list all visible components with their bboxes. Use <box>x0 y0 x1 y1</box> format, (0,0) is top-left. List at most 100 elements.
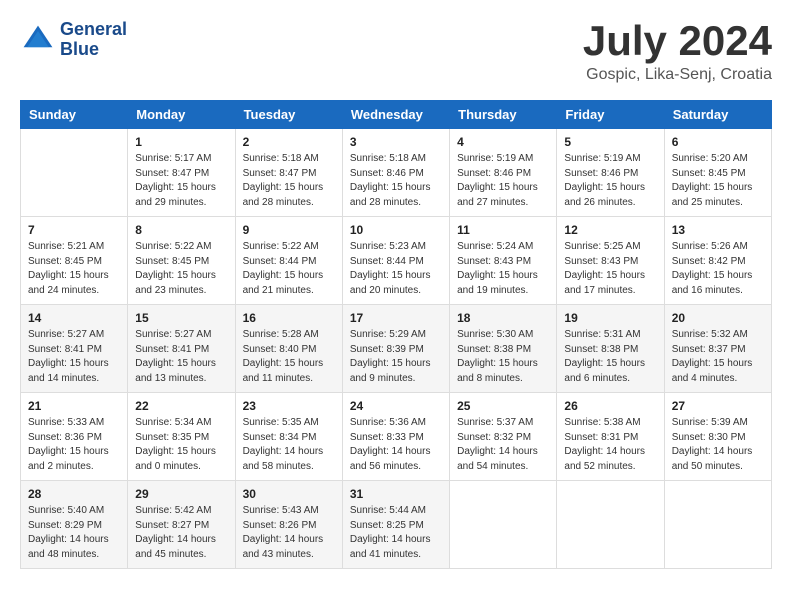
day-info: Sunrise: 5:21 AMSunset: 8:45 PMDaylight:… <box>28 240 120 298</box>
day-number: 8 <box>135 223 227 237</box>
day-info: Sunrise: 5:19 AMSunset: 8:46 PMDaylight:… <box>564 152 656 210</box>
calendar-cell: 10 Sunrise: 5:23 AMSunset: 8:44 PMDayligh… <box>342 217 449 305</box>
day-number: 15 <box>135 311 227 325</box>
calendar-cell: 31Sunrise: 5:44 AMSunset: 8:25 PMDayligh… <box>342 481 449 569</box>
calendar-cell: 1Sunrise: 5:17 AMSunset: 8:47 PMDaylight… <box>128 129 235 217</box>
weekday-header-saturday: Saturday <box>664 101 771 129</box>
calendar-cell: 19 Sunrise: 5:31 AMSunset: 8:38 PMDayligh… <box>557 305 664 393</box>
day-number: 24 <box>350 399 442 413</box>
title-area: July 2024 Gospic, Lika-Senj, Croatia <box>583 20 772 84</box>
page-header: General Blue July 2024 Gospic, Lika-Senj… <box>20 20 772 84</box>
day-info: Sunrise: 5:44 AMSunset: 8:25 PMDaylight:… <box>350 504 442 562</box>
week-row-2: 14 Sunrise: 5:27 AMSunset: 8:41 PMDayligh… <box>21 305 772 393</box>
day-number: 23 <box>243 399 335 413</box>
weekday-header-tuesday: Tuesday <box>235 101 342 129</box>
calendar-cell: 9 Sunrise: 5:22 AMSunset: 8:44 PMDaylight… <box>235 217 342 305</box>
day-info: Sunrise: 5:30 AMSunset: 8:38 PMDaylight:… <box>457 328 549 386</box>
day-number: 7 <box>28 223 120 237</box>
day-info: Sunrise: 5:37 AMSunset: 8:32 PMDaylight:… <box>457 416 549 474</box>
day-info: Sunrise: 5:25 AMSunset: 8:43 PMDaylight:… <box>564 240 656 298</box>
day-number: 9 <box>243 223 335 237</box>
logo-line1: General <box>60 20 127 40</box>
day-info: Sunrise: 5:29 AMSunset: 8:39 PMDaylight:… <box>350 328 442 386</box>
day-info: Sunrise: 5:27 AMSunset: 8:41 PMDaylight:… <box>135 328 227 386</box>
day-info: Sunrise: 5:39 AMSunset: 8:30 PMDaylight:… <box>672 416 764 474</box>
day-number: 14 <box>28 311 120 325</box>
day-number: 10 <box>350 223 442 237</box>
day-info: Sunrise: 5:18 AMSunset: 8:46 PMDaylight:… <box>350 152 442 210</box>
month-year: July 2024 <box>583 20 772 62</box>
day-info: Sunrise: 5:36 AMSunset: 8:33 PMDaylight:… <box>350 416 442 474</box>
day-number: 16 <box>243 311 335 325</box>
day-info: Sunrise: 5:19 AMSunset: 8:46 PMDaylight:… <box>457 152 549 210</box>
calendar-cell: 18 Sunrise: 5:30 AMSunset: 8:38 PMDayligh… <box>450 305 557 393</box>
calendar-cell: 30 Sunrise: 5:43 AMSunset: 8:26 PMDayligh… <box>235 481 342 569</box>
calendar-cell: 25Sunrise: 5:37 AMSunset: 8:32 PMDayligh… <box>450 393 557 481</box>
week-row-0: 1Sunrise: 5:17 AMSunset: 8:47 PMDaylight… <box>21 129 772 217</box>
day-number: 6 <box>672 135 764 149</box>
week-row-1: 7 Sunrise: 5:21 AMSunset: 8:45 PMDaylight… <box>21 217 772 305</box>
logo-text: General Blue <box>60 20 127 60</box>
day-info: Sunrise: 5:26 AMSunset: 8:42 PMDaylight:… <box>672 240 764 298</box>
day-info: Sunrise: 5:38 AMSunset: 8:31 PMDaylight:… <box>564 416 656 474</box>
day-info: Sunrise: 5:34 AMSunset: 8:35 PMDaylight:… <box>135 416 227 474</box>
day-info: Sunrise: 5:22 AMSunset: 8:44 PMDaylight:… <box>243 240 335 298</box>
calendar-cell: 12Sunrise: 5:25 AMSunset: 8:43 PMDayligh… <box>557 217 664 305</box>
day-info: Sunrise: 5:33 AMSunset: 8:36 PMDaylight:… <box>28 416 120 474</box>
logo-icon <box>20 22 56 58</box>
calendar-cell: 8 Sunrise: 5:22 AMSunset: 8:45 PMDaylight… <box>128 217 235 305</box>
day-info: Sunrise: 5:17 AMSunset: 8:47 PMDaylight:… <box>135 152 227 210</box>
day-number: 20 <box>672 311 764 325</box>
day-info: Sunrise: 5:43 AMSunset: 8:26 PMDaylight:… <box>243 504 335 562</box>
calendar-cell: 15 Sunrise: 5:27 AMSunset: 8:41 PMDayligh… <box>128 305 235 393</box>
day-number: 28 <box>28 487 120 501</box>
calendar-cell: 13 Sunrise: 5:26 AMSunset: 8:42 PMDayligh… <box>664 217 771 305</box>
calendar-cell <box>21 129 128 217</box>
week-row-3: 21Sunrise: 5:33 AMSunset: 8:36 PMDayligh… <box>21 393 772 481</box>
day-number: 3 <box>350 135 442 149</box>
weekday-header-row: SundayMondayTuesdayWednesdayThursdayFrid… <box>21 101 772 129</box>
weekday-header-sunday: Sunday <box>21 101 128 129</box>
day-info: Sunrise: 5:27 AMSunset: 8:41 PMDaylight:… <box>28 328 120 386</box>
day-number: 18 <box>457 311 549 325</box>
calendar-cell: 24 Sunrise: 5:36 AMSunset: 8:33 PMDayligh… <box>342 393 449 481</box>
calendar-cell: 23 Sunrise: 5:35 AMSunset: 8:34 PMDayligh… <box>235 393 342 481</box>
day-info: Sunrise: 5:23 AMSunset: 8:44 PMDaylight:… <box>350 240 442 298</box>
day-number: 22 <box>135 399 227 413</box>
day-number: 5 <box>564 135 656 149</box>
weekday-header-thursday: Thursday <box>450 101 557 129</box>
calendar-cell: 3 Sunrise: 5:18 AMSunset: 8:46 PMDaylight… <box>342 129 449 217</box>
calendar-cell <box>450 481 557 569</box>
location: Gospic, Lika-Senj, Croatia <box>583 66 772 84</box>
calendar-cell: 11 Sunrise: 5:24 AMSunset: 8:43 PMDayligh… <box>450 217 557 305</box>
day-info: Sunrise: 5:35 AMSunset: 8:34 PMDaylight:… <box>243 416 335 474</box>
day-number: 30 <box>243 487 335 501</box>
calendar-cell: 21Sunrise: 5:33 AMSunset: 8:36 PMDayligh… <box>21 393 128 481</box>
calendar-cell: 6Sunrise: 5:20 AMSunset: 8:45 PMDaylight… <box>664 129 771 217</box>
calendar: SundayMondayTuesdayWednesdayThursdayFrid… <box>20 100 772 569</box>
day-info: Sunrise: 5:22 AMSunset: 8:45 PMDaylight:… <box>135 240 227 298</box>
weekday-header-monday: Monday <box>128 101 235 129</box>
day-info: Sunrise: 5:24 AMSunset: 8:43 PMDaylight:… <box>457 240 549 298</box>
calendar-cell: 22 Sunrise: 5:34 AMSunset: 8:35 PMDayligh… <box>128 393 235 481</box>
calendar-cell: 17Sunrise: 5:29 AMSunset: 8:39 PMDayligh… <box>342 305 449 393</box>
week-row-4: 28 Sunrise: 5:40 AMSunset: 8:29 PMDayligh… <box>21 481 772 569</box>
day-number: 13 <box>672 223 764 237</box>
day-number: 4 <box>457 135 549 149</box>
weekday-header-wednesday: Wednesday <box>342 101 449 129</box>
day-number: 27 <box>672 399 764 413</box>
calendar-cell: 2Sunrise: 5:18 AMSunset: 8:47 PMDaylight… <box>235 129 342 217</box>
day-number: 19 <box>564 311 656 325</box>
day-info: Sunrise: 5:32 AMSunset: 8:37 PMDaylight:… <box>672 328 764 386</box>
day-number: 29 <box>135 487 227 501</box>
day-info: Sunrise: 5:18 AMSunset: 8:47 PMDaylight:… <box>243 152 335 210</box>
calendar-cell <box>664 481 771 569</box>
calendar-cell: 28 Sunrise: 5:40 AMSunset: 8:29 PMDayligh… <box>21 481 128 569</box>
calendar-cell: 14 Sunrise: 5:27 AMSunset: 8:41 PMDayligh… <box>21 305 128 393</box>
calendar-cell <box>557 481 664 569</box>
calendar-cell: 7 Sunrise: 5:21 AMSunset: 8:45 PMDaylight… <box>21 217 128 305</box>
logo-line2: Blue <box>60 40 127 60</box>
day-info: Sunrise: 5:40 AMSunset: 8:29 PMDaylight:… <box>28 504 120 562</box>
day-info: Sunrise: 5:31 AMSunset: 8:38 PMDaylight:… <box>564 328 656 386</box>
day-number: 11 <box>457 223 549 237</box>
